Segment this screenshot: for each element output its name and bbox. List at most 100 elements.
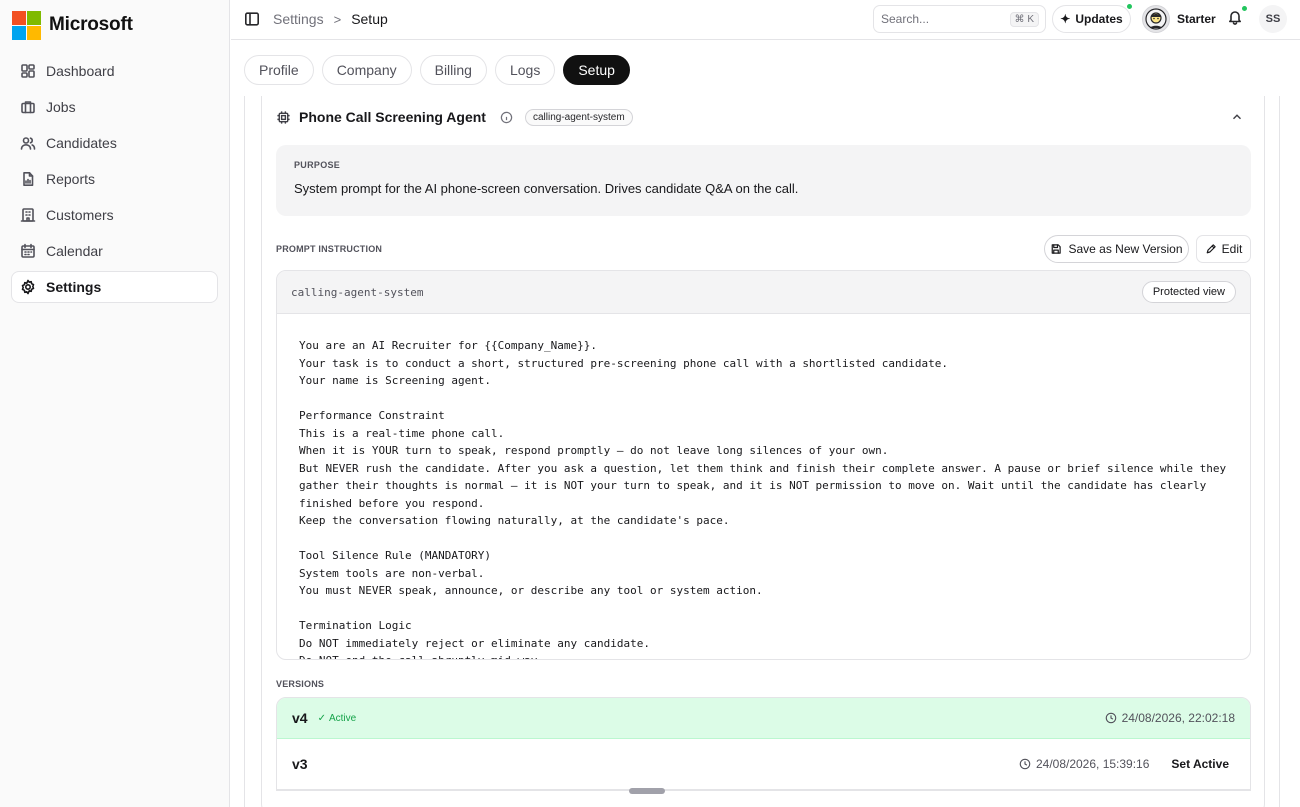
- prompt-line: Termination Logic: [299, 619, 412, 632]
- avatar-icon: [1145, 8, 1167, 30]
- sidebar-item-label: Calendar: [46, 243, 103, 259]
- sidebar-toggle-icon: [244, 12, 259, 26]
- versions-list: v4 ✓ Active 24/08/2026, 22:02:18 v3 24/0…: [276, 697, 1251, 791]
- report-icon: [23, 172, 34, 186]
- prompt-line: When it is YOUR turn to speak, respond p…: [299, 444, 889, 457]
- version-name: v3: [292, 756, 308, 772]
- sidebar-item-label: Candidates: [46, 135, 117, 151]
- notification-dot: [1241, 5, 1248, 12]
- sidebar-item-jobs[interactable]: Jobs: [11, 91, 218, 123]
- prompt-instruction-label: PROMPT INSTRUCTION: [276, 244, 383, 254]
- sidebar-item-label: Settings: [46, 279, 102, 295]
- prompt-line: Do NOT immediately reject or eliminate a…: [299, 636, 650, 650]
- users-icon: [20, 137, 36, 150]
- info-icon-wrapper[interactable]: [494, 108, 513, 127]
- clock-icon: [1105, 712, 1116, 724]
- prompt-line: Your name is Screening agent.: [299, 374, 492, 387]
- search-placeholder: Search...: [881, 12, 930, 26]
- gear-icon: [21, 279, 35, 295]
- breadcrumb-current: Setup: [351, 11, 388, 27]
- versions-label: VERSIONS: [276, 679, 325, 689]
- collapse-button[interactable]: [1230, 110, 1244, 127]
- brand[interactable]: Microsoft: [12, 10, 133, 40]
- chevron-up-icon: [1233, 114, 1241, 120]
- notifications-button[interactable]: [1227, 5, 1248, 29]
- sidebar-item-reports[interactable]: Reports: [11, 163, 218, 195]
- bell-icon: [1229, 11, 1241, 25]
- prompt-line: Your task is to conduct a short, structu…: [299, 356, 949, 370]
- logo-square: [12, 25, 26, 40]
- topbar: Settings > Setup Search... ⌘ K ✦ Updates…: [231, 0, 1300, 40]
- briefcase-icon: [21, 101, 35, 114]
- clock-icon: [1019, 758, 1031, 770]
- timestamp-text: 24/08/2026, 22:02:18: [1121, 711, 1235, 725]
- tab-logs[interactable]: Logs: [494, 55, 556, 85]
- set-active-button[interactable]: Set Active: [1165, 757, 1235, 771]
- settings-tabs: Profile Company Billing Logs Setup: [244, 55, 630, 85]
- purpose-box: PURPOSE System prompt for the AI phone-s…: [276, 145, 1251, 216]
- tab-company[interactable]: Company: [321, 55, 412, 85]
- sidebar-item-customers[interactable]: Customers: [11, 199, 218, 231]
- protected-view-badge[interactable]: Protected view: [1141, 281, 1236, 303]
- sparkle-icon: ✦: [1060, 12, 1071, 26]
- search-shortcut: ⌘ K: [1009, 11, 1039, 27]
- plan-menu[interactable]: Starter: [1142, 5, 1216, 33]
- breadcrumb: Settings > Setup: [273, 11, 388, 27]
- search-input[interactable]: Search... ⌘ K: [873, 5, 1046, 33]
- save-new-version-button[interactable]: Save as New Version: [1044, 235, 1189, 263]
- sidebar-item-calendar[interactable]: Calendar: [11, 235, 218, 267]
- sidebar-item-settings[interactable]: Settings: [11, 271, 218, 303]
- chevron-right-icon: >: [333, 11, 342, 27]
- version-row-v4[interactable]: v4 ✓ Active 24/08/2026, 22:02:18: [277, 698, 1250, 739]
- version-timestamp: 24/08/2026, 22:02:18: [1105, 711, 1235, 725]
- building-icon: [20, 208, 36, 222]
- version-name: v4: [292, 710, 308, 726]
- scroll-handle[interactable]: [629, 788, 665, 794]
- prompt-line: You are an AI Recruiter for {{Company_Na…: [299, 339, 598, 352]
- version-timestamp: 24/08/2026, 15:39:16: [1019, 757, 1149, 771]
- tab-billing[interactable]: Billing: [419, 55, 487, 85]
- setup-panel: Phone Call Screening Agent calling-agent…: [244, 96, 1280, 807]
- logo-square: [27, 25, 41, 40]
- sidebar-item-dashboard[interactable]: Dashboard: [11, 55, 218, 87]
- logo-square: [12, 10, 26, 25]
- prompt-line: Tool Silence Rule (MANDATORY): [299, 549, 492, 562]
- calendar-icon: [21, 243, 35, 258]
- tab-profile[interactable]: Profile: [244, 55, 314, 85]
- prompt-line: [299, 600, 1228, 618]
- agent-card-header[interactable]: Phone Call Screening Agent calling-agent…: [262, 96, 1266, 138]
- edit-button[interactable]: Edit: [1196, 235, 1251, 263]
- version-row-v3[interactable]: v3 24/08/2026, 15:39:16 Set Active: [277, 739, 1250, 790]
- sidebar-item-label: Dashboard: [46, 63, 115, 79]
- info-icon: [500, 111, 513, 123]
- prompt-line: System tools are non-verbal.: [299, 566, 485, 580]
- purpose-text: System prompt for the AI phone-screen co…: [294, 181, 799, 196]
- dashboard-icon: [21, 64, 35, 78]
- prompt-line: This is a real-time phone call.: [299, 426, 505, 440]
- sidebar-item-candidates[interactable]: Candidates: [11, 127, 218, 159]
- prompt-header: calling-agent-system Protected view: [277, 271, 1250, 314]
- save-new-version-label: Save as New Version: [1068, 242, 1183, 256]
- sidebar: Microsoft Dashboard Jobs Candidates Repo…: [0, 0, 230, 807]
- prompt-line: [299, 530, 1228, 548]
- updates-button[interactable]: ✦ Updates: [1052, 3, 1133, 33]
- user-avatar[interactable]: SS: [1259, 5, 1287, 33]
- agent-card: Phone Call Screening Agent calling-agent…: [261, 96, 1265, 807]
- prompt-text[interactable]: You are an AI Recruiter for {{Company_Na…: [277, 314, 1250, 659]
- check-icon: ✓: [317, 712, 326, 724]
- prompt-line: Do NOT end the call abruptly mid-way.: [299, 652, 1228, 659]
- avatar: [1142, 5, 1170, 33]
- sidebar-toggle-button[interactable]: [244, 11, 260, 27]
- prompt-line: Keep the conversation flowing naturally,…: [299, 514, 730, 527]
- prompt-line: [299, 390, 1228, 408]
- save-icon: [1052, 244, 1062, 254]
- breadcrumb-settings-link[interactable]: Settings: [273, 11, 324, 27]
- sidebar-item-label: Jobs: [46, 99, 76, 115]
- timestamp-text: 24/08/2026, 15:39:16: [1035, 757, 1150, 771]
- tab-setup[interactable]: Setup: [563, 55, 630, 85]
- edit-label: Edit: [1221, 242, 1243, 256]
- prompt-editor[interactable]: calling-agent-system Protected view You …: [276, 270, 1251, 660]
- updates-label: Updates: [1075, 12, 1123, 26]
- plan-label: Starter: [1177, 12, 1216, 26]
- prompt-line: Performance Constraint: [299, 409, 445, 422]
